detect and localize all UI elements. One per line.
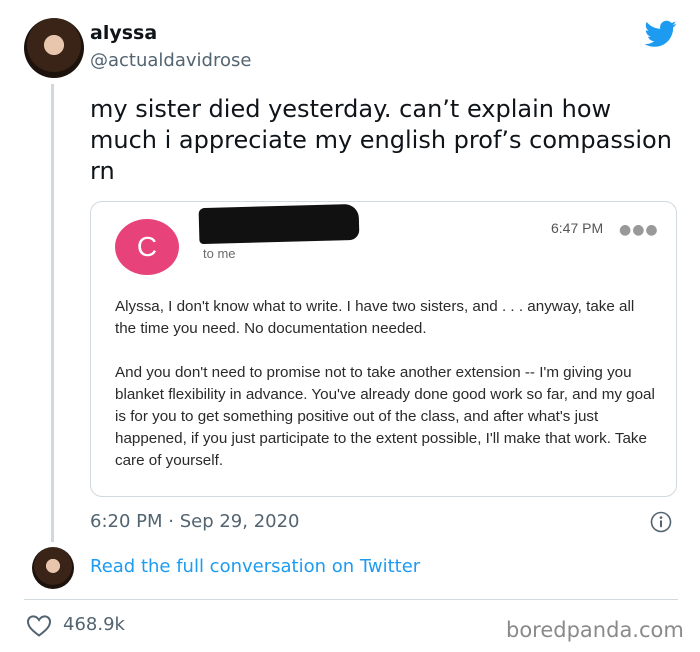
email-sender-avatar: C — [115, 219, 179, 275]
info-icon[interactable] — [650, 511, 672, 533]
email-recipient: to me — [203, 246, 236, 261]
conversation-avatar — [32, 547, 74, 589]
email-paragraph: Alyssa, I don't know what to write. I ha… — [115, 298, 635, 337]
redacted-sender-name — [198, 203, 360, 245]
thread-line — [51, 84, 54, 542]
author-display-name[interactable]: alyssa — [90, 22, 157, 44]
email-body: Alyssa, I don't know what to write. I ha… — [115, 296, 655, 472]
twitter-bird-icon[interactable] — [645, 20, 677, 48]
heart-icon[interactable] — [26, 614, 52, 638]
more-options-icon: ●●● — [619, 222, 659, 238]
author-avatar[interactable] — [24, 18, 84, 78]
email-paragraph: And you don't need to promise not to tak… — [115, 364, 655, 469]
email-screenshot-image[interactable]: C to me 6:47 PM ●●● Alyssa, I don't know… — [90, 201, 677, 497]
tweet-timestamp[interactable]: 6:20 PM · Sep 29, 2020 — [90, 511, 300, 532]
watermark: boredpanda.com — [506, 618, 684, 642]
tweet-text: my sister died yesterday. can’t explain … — [90, 95, 672, 185]
email-time: 6:47 PM — [551, 220, 604, 236]
divider — [24, 599, 678, 600]
read-conversation-link[interactable]: Read the full conversation on Twitter — [90, 556, 420, 577]
like-count: 468.9k — [63, 614, 125, 635]
author-handle[interactable]: @actualdavidrose — [90, 50, 251, 71]
